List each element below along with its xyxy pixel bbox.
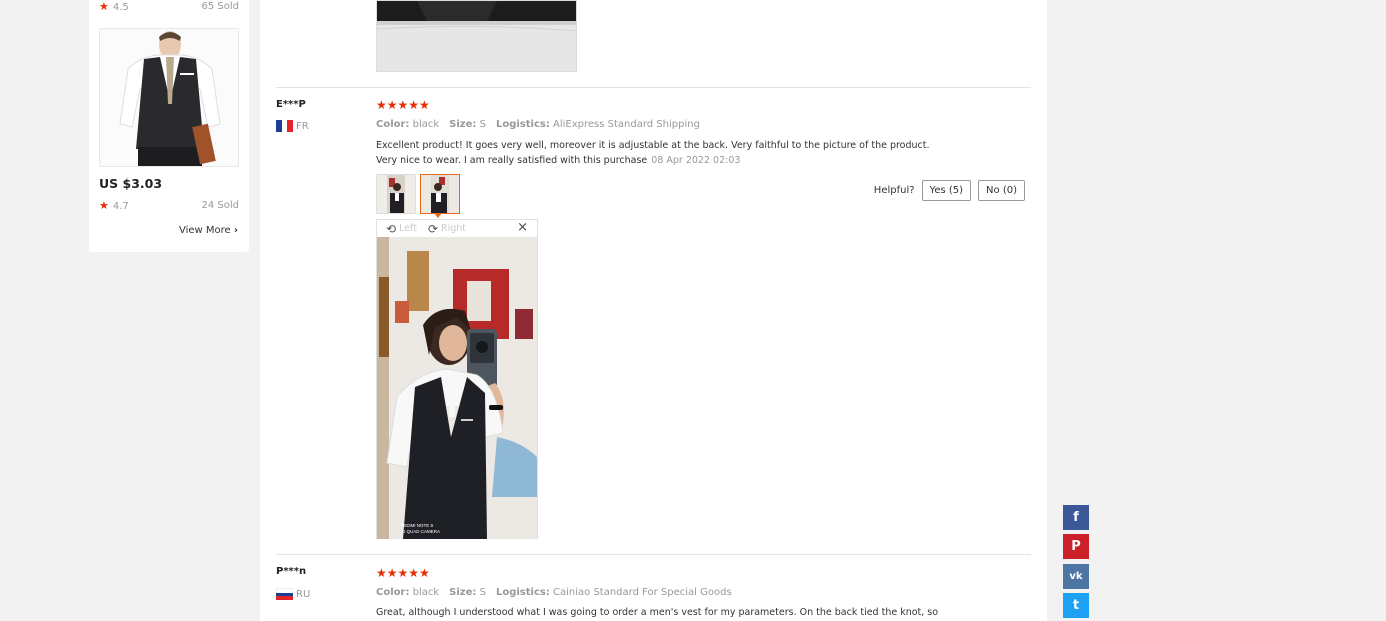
review-photo-thumb-2[interactable] (420, 174, 460, 214)
review-divider (276, 87, 1031, 88)
pinterest-icon: P (1071, 539, 1081, 554)
close-icon[interactable]: × (517, 220, 528, 235)
color-value: black (412, 587, 440, 598)
review-photo-thumb-1[interactable] (376, 174, 416, 214)
facebook-icon: f (1073, 510, 1079, 525)
review-photo-image: REDMI NOTE 9 AI QUAD CAMERA (377, 237, 537, 539)
review-text: Excellent product! It goes very well, mo… (376, 138, 930, 168)
thumb-image (377, 175, 415, 213)
size-label: Size: (449, 587, 477, 598)
reviewer-country: FR (276, 120, 309, 132)
helpful-no-button[interactable]: No (0) (978, 180, 1025, 201)
review-rating-stars: ★★★★★ (376, 98, 430, 112)
logistics-label: Logistics: (495, 119, 550, 130)
helpful-yes-button[interactable]: Yes (5) (921, 180, 972, 201)
review-date: 08 Apr 2022 02:03 (651, 155, 741, 166)
view-more-label: View More (178, 225, 231, 236)
photo-viewer-toolbar: ⟲ Left ⟳ Right × (377, 220, 537, 237)
vk-icon: vk (1069, 571, 1083, 582)
twitter-share-button[interactable]: t (1063, 593, 1089, 618)
size-value: S (479, 119, 486, 130)
reviews-panel: E***P FR ★★★★★ Color: black Size: S Logist… (260, 0, 1047, 621)
review-sku-info: Color: black Size: S Logistics: AliExpress… (376, 119, 700, 130)
reviewer-name: E***P (276, 99, 306, 110)
photo-viewer: ⟲ Left ⟳ Right × REDMI NOTE 9 AI QUAD CA… (376, 219, 538, 539)
rec-item-2-sold: 24 Sold (201, 200, 240, 211)
country-code: RU (296, 588, 311, 600)
vest-product-image (100, 29, 238, 166)
color-label: Color: (376, 587, 410, 598)
review-text-line: Very nice to wear. I am really satisfied… (376, 155, 648, 166)
rec-item-1-sold: 65 Sold (201, 1, 240, 12)
france-flag-icon (276, 120, 294, 132)
reviewer-country: RU (276, 588, 311, 601)
russia-flag-icon (276, 588, 293, 601)
rec-item-2-stats: ★ 4.7 24 Sold (99, 199, 239, 212)
thumb-image (421, 175, 459, 213)
reviewer-name: P***n (276, 566, 307, 577)
rec-item-1-rating: 4.5 (112, 2, 129, 13)
review-divider (276, 554, 1031, 555)
rec-item-2-price: US $3.03 (99, 176, 163, 191)
photo-image (377, 1, 576, 71)
rec-item-1-stats: ★ 4.5 65 Sold (99, 0, 239, 13)
logistics-value: AliExpress Standard Shipping (553, 119, 700, 130)
helpful-label: Helpful? (873, 185, 915, 196)
rotate-left-icon[interactable]: ⟲ (386, 222, 396, 236)
facebook-share-button[interactable]: f (1063, 505, 1089, 530)
size-label: Size: (449, 119, 477, 130)
star-icon: ★ (99, 0, 109, 13)
review-text: Great, although I understood what I was … (376, 605, 938, 620)
vk-share-button[interactable]: vk (1063, 564, 1089, 589)
country-code: FR (296, 120, 309, 132)
star-icon: ★ (99, 199, 109, 212)
logistics-value: Cainiao Standard For Special Goods (553, 587, 732, 598)
rotate-right-label[interactable]: Right (441, 223, 466, 234)
rec-item-2-rating: 4.7 (112, 201, 129, 212)
size-value: S (479, 587, 486, 598)
review-rating-stars: ★★★★★ (376, 566, 430, 580)
photo-watermark: AI QUAD CAMERA (401, 529, 440, 534)
helpful-votes: Helpful? Yes (5) No (0) (874, 180, 1025, 201)
pinterest-share-button[interactable]: P (1063, 534, 1089, 559)
twitter-icon: t (1072, 598, 1080, 613)
review-text-line: Great, although I understood what I was … (376, 607, 939, 618)
color-label: Color: (376, 119, 410, 130)
rotate-left-label[interactable]: Left (399, 223, 417, 234)
active-thumb-caret (434, 213, 442, 218)
review-sku-info: Color: black Size: S Logistics: Cainiao St… (376, 587, 732, 598)
rec-item-2-image[interactable] (99, 28, 239, 167)
chevron-right-icon: › (233, 225, 238, 236)
view-more-link[interactable]: View More › (179, 225, 238, 236)
color-value: black (412, 119, 440, 130)
previous-review-photo[interactable] (376, 0, 577, 72)
review-photo-large[interactable]: REDMI NOTE 9 AI QUAD CAMERA (377, 237, 537, 539)
photo-watermark: REDMI NOTE 9 (401, 523, 434, 528)
rotate-right-icon[interactable]: ⟳ (428, 222, 438, 236)
recommendation-panel: ★ 4.5 65 Sold US $3.03 ★ 4.7 24 Sold View … (89, 0, 249, 252)
logistics-label: Logistics: (495, 587, 550, 598)
review-text-line: Excellent product! It goes very well, mo… (376, 140, 930, 151)
